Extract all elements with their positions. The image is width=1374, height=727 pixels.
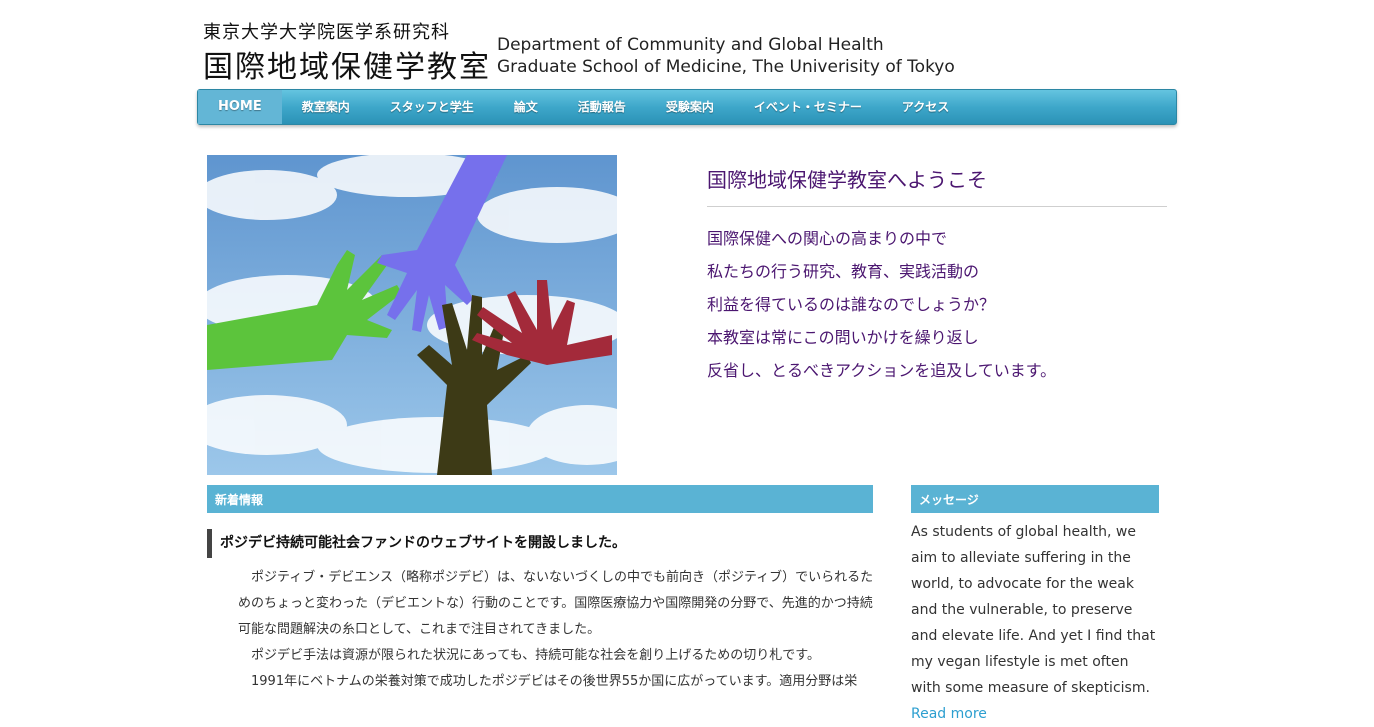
- news-paragraph: ポジデビ手法は資源が限られた状況にあっても、持続可能な社会を創り上げるための切り…: [238, 648, 821, 663]
- welcome-divider: [707, 206, 1167, 207]
- welcome-line: 私たちの行う研究、教育、実践活動の: [707, 262, 980, 281]
- site-logo[interactable]: 東京大学大学院医学系研究科 国際地域保健学教室: [200, 14, 491, 85]
- news-item-title[interactable]: ポジデビ持続可能社会ファンドのウェブサイトを開設しました。: [207, 529, 626, 558]
- department-name: 国際地域保健学教室: [203, 50, 491, 85]
- welcome-message: 国際保健への関心の高まりの中で 私たちの行う研究、教育、実践活動の 利益を得てい…: [707, 222, 1187, 387]
- news-section-header: 新着情報: [207, 485, 873, 513]
- english-title: Department of Community and Global Healt…: [497, 34, 997, 78]
- nav-item-home[interactable]: HOME: [198, 90, 282, 124]
- news-paragraph: ポジティブ・デビエンス（略称ポジデビ）は、ないないづくしの中でも前向き（ポジティ…: [238, 570, 874, 637]
- main-navigation: HOME 教室案内 スタッフと学生 論文 活動報告 受験案内 イベント・セミナー…: [197, 89, 1177, 125]
- university-name: 東京大学大学院医学系研究科: [203, 22, 450, 43]
- welcome-line: 反省し、とるべきアクションを追及しています。: [707, 361, 1057, 380]
- page: 東京大学大学院医学系研究科 国際地域保健学教室 Department of Co…: [0, 0, 1374, 722]
- welcome-line: 本教室は常にこの問いかけを繰り返し: [707, 328, 979, 347]
- message-text: As students of global health, we aim to …: [911, 524, 1156, 696]
- nav-item-admission[interactable]: 受験案内: [646, 90, 734, 124]
- message-section-header: メッセージ: [911, 485, 1159, 513]
- welcome-line: 利益を得ているのは誰なのでしょうか？: [707, 295, 996, 314]
- site-header: 東京大学大学院医学系研究科 国際地域保健学教室 Department of Co…: [200, 14, 1180, 85]
- hands-sky-illustration: [207, 155, 617, 475]
- nav-item-events[interactable]: イベント・セミナー: [734, 90, 882, 124]
- news-paragraph: 1991年にベトナムの栄養対策で成功したポジデビはその後世界55か国に広がってい…: [238, 674, 858, 689]
- english-title-line1: Department of Community and Global Healt…: [497, 35, 884, 55]
- nav-item-activities[interactable]: 活動報告: [558, 90, 646, 124]
- welcome-line: 国際保健への関心の高まりの中で: [707, 229, 948, 248]
- nav-item-about[interactable]: 教室案内: [282, 90, 370, 124]
- english-title-line2: Graduate School of Medicine, The Univeri…: [497, 57, 955, 77]
- welcome-title: 国際地域保健学教室へようこそ: [707, 168, 987, 192]
- message-section-title: メッセージ: [919, 493, 979, 507]
- nav-item-access[interactable]: アクセス: [882, 90, 969, 124]
- message-body: As students of global health, we aim to …: [911, 519, 1161, 727]
- news-section-title: 新着情報: [215, 493, 264, 507]
- news-item-body: ポジティブ・デビエンス（略称ポジデビ）は、ないないづくしの中でも前向き（ポジティ…: [238, 565, 878, 695]
- hero-image: [207, 155, 617, 475]
- read-more-link[interactable]: Read more: [911, 706, 987, 722]
- nav-item-papers[interactable]: 論文: [494, 90, 558, 124]
- nav-item-staff[interactable]: スタッフと学生: [370, 90, 494, 124]
